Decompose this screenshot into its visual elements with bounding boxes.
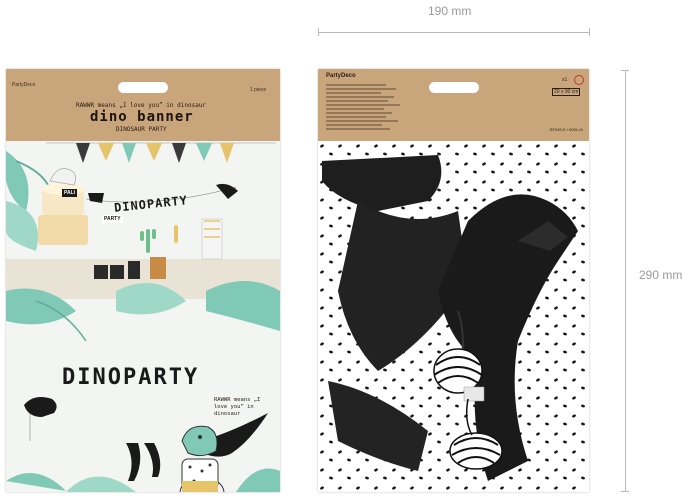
back-header: PartyDeco x1 20 x 90 cm BTINS-E / 0001-M	[318, 69, 589, 141]
height-dimension-tick-bottom	[621, 491, 629, 492]
front-subtitle: DINOSAUR PARTY	[116, 126, 167, 133]
banner-contents	[318, 141, 589, 492]
back-quantity: x1	[562, 77, 568, 83]
height-dimension-tick-top	[621, 70, 629, 71]
width-dimension-line	[318, 32, 589, 33]
back-package: PartyDeco x1 20 x 90 cm BTINS-E / 0001-M	[318, 69, 589, 492]
front-header: PartyDeco 1 piece RAWWR means „I love yo…	[6, 69, 280, 141]
hang-hole	[428, 82, 479, 93]
front-quantity: 1 piece	[250, 87, 267, 93]
back-fine-print	[326, 84, 400, 130]
width-dimension-label: 190 mm	[428, 4, 472, 18]
front-tagline: RAWWR means „I love you” in dinosaur	[76, 102, 207, 109]
back-size: 20 x 90 cm	[552, 88, 581, 96]
front-brand: PartyDeco	[12, 82, 36, 88]
back-code: BTINS-E / 0001-M	[550, 127, 583, 132]
width-dimension-tick-right	[589, 28, 590, 36]
hang-hole	[118, 82, 168, 93]
small-tag: PALI	[62, 189, 78, 197]
height-dimension-label: 290 mm	[639, 268, 683, 282]
main-banner-text: DINOPARTY	[62, 365, 200, 390]
front-title: dino banner	[90, 109, 194, 125]
age-warning-icon	[574, 75, 584, 85]
front-package: PartyDeco 1 piece RAWWR means „I love yo…	[6, 69, 280, 492]
width-dimension-tick-left	[318, 28, 319, 36]
party-scene-illustration	[6, 141, 280, 492]
height-dimension-line	[625, 70, 626, 492]
front-caption: RAWWR means „I love you” in dinosaur	[214, 397, 261, 417]
back-brand: PartyDeco	[326, 73, 356, 79]
speech-tag: PARTY	[102, 215, 123, 223]
